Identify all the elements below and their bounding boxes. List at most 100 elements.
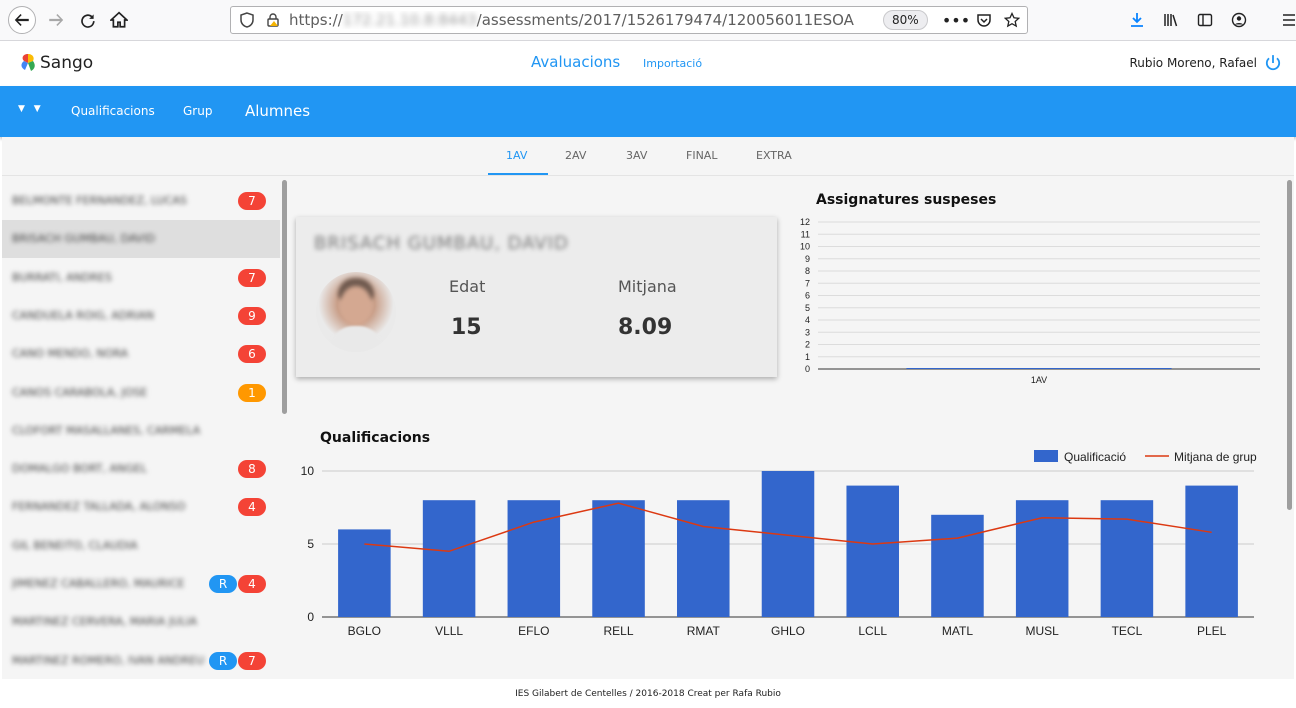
student-avatar xyxy=(316,272,396,352)
student-list-item[interactable]: CANO MENDO, NORA 6 xyxy=(2,335,280,373)
x-tick-label: TECL xyxy=(1112,624,1143,638)
page-footer: IES Gilabert de Centelles / 2016-2018 Cr… xyxy=(0,680,1296,708)
tab-1av[interactable]: 1AV xyxy=(506,149,527,162)
student-list-item[interactable]: FERNANDEZ TALLADA, ALONSO 4 xyxy=(2,488,280,526)
y-tick-label: 11 xyxy=(801,229,810,239)
home-icon[interactable] xyxy=(105,6,133,34)
x-tick-label: MATL xyxy=(942,624,973,638)
forward-arrow-icon[interactable] xyxy=(42,6,70,34)
student-profile-card: BRISACH GUMBAU, DAVID Edat 15 Mitjana 8.… xyxy=(296,217,777,377)
student-list-item[interactable]: MARTINEZ ROMERO, IVAN ANDREU R 7 xyxy=(2,642,280,679)
failed-count-badge: 1 xyxy=(238,383,266,402)
student-list-item[interactable]: BRISACH GUMBAU, DAVID xyxy=(2,220,280,259)
x-tick-label: PLEL xyxy=(1197,624,1227,638)
student-list-item[interactable]: BELMONTE FERNANDEZ, LUCAS 7 xyxy=(2,182,280,220)
sango-logo-icon[interactable] xyxy=(19,53,37,73)
logout-power-icon[interactable] xyxy=(1264,54,1282,72)
student-list: BELMONTE FERNANDEZ, LUCAS 7 BRISACH GUMBAU… xyxy=(2,176,280,679)
y-tick-label: 5 xyxy=(805,303,810,313)
y-tick-label: 10 xyxy=(301,464,315,478)
tab-extra[interactable]: EXTRA xyxy=(756,149,792,162)
age-value: 15 xyxy=(451,315,482,340)
group-dropdown-chevron-icon[interactable]: ▼ ▼ xyxy=(18,104,44,114)
y-tick-label: 3 xyxy=(805,327,810,337)
tab-2av[interactable]: 2AV xyxy=(565,149,586,162)
failed-subjects-chart: 01234567891011121AV xyxy=(800,217,1260,385)
x-tick-label: 1AV xyxy=(1031,375,1047,385)
toolbar-link-alumnes[interactable]: Alumnes xyxy=(245,102,310,120)
repeater-badge: R xyxy=(209,651,237,670)
average-label: Mitjana xyxy=(618,277,677,296)
failed-count-badge: 9 xyxy=(238,306,266,325)
student-list-item[interactable]: JIMENEZ CABALLERO, MAURICE R 4 xyxy=(2,565,280,603)
bookmark-star-icon[interactable] xyxy=(1003,11,1021,29)
toolbar-link-grup[interactable]: Grup xyxy=(183,104,212,118)
age-label: Edat xyxy=(449,277,486,296)
hamburger-menu-icon[interactable] xyxy=(1280,11,1296,29)
y-tick-label: 1 xyxy=(805,352,810,362)
account-icon[interactable] xyxy=(1230,11,1248,29)
grade-bar xyxy=(338,529,391,617)
reload-icon[interactable] xyxy=(74,6,102,34)
y-tick-label: 4 xyxy=(805,315,810,325)
toolbar-link-qualificacions[interactable]: Qualificacions xyxy=(71,104,155,118)
failed-count-badge: 4 xyxy=(238,498,266,517)
student-list-item-name: BURRATI, ANDRES xyxy=(12,270,112,284)
y-tick-label: 0 xyxy=(805,364,810,374)
pocket-icon[interactable] xyxy=(975,11,993,29)
download-icon[interactable] xyxy=(1128,11,1146,29)
student-list-item[interactable]: CANDUELA ROIG, ADRIAN 9 xyxy=(2,297,280,335)
more-actions-icon[interactable]: ••• xyxy=(942,11,970,30)
legend-swatch-grade xyxy=(1034,450,1058,462)
x-tick-label: VLLL xyxy=(435,624,463,638)
student-list-item[interactable]: CLOFORT MASALLANES, CARMELA xyxy=(2,412,280,450)
zoom-level-badge[interactable]: 80% xyxy=(883,10,928,30)
content-scrollbar[interactable] xyxy=(1287,180,1292,510)
grade-bar xyxy=(761,471,815,617)
failed-subjects-bar xyxy=(906,368,1172,369)
student-list-item-name: CLOFORT MASALLANES, CARMELA xyxy=(12,423,201,437)
back-arrow-icon[interactable] xyxy=(8,6,36,34)
grade-bar xyxy=(1100,500,1154,617)
url-text[interactable]: https://172.21.10.8:8443/assessments/201… xyxy=(289,11,854,29)
student-list-item-name: BELMONTE FERNANDEZ, LUCAS xyxy=(12,194,187,207)
shield-icon[interactable] xyxy=(239,12,255,28)
y-tick-label: 9 xyxy=(805,254,810,264)
url-bar[interactable]: https://172.21.10.8:8443/assessments/201… xyxy=(230,6,1028,34)
tab-final[interactable]: FINAL xyxy=(686,149,717,162)
y-tick-label: 12 xyxy=(800,217,810,227)
y-tick-label: 2 xyxy=(805,340,810,350)
grade-bar xyxy=(931,514,984,617)
nav-importacio[interactable]: Importació xyxy=(643,57,702,70)
legend-label-grade: Qualificació xyxy=(1064,450,1126,464)
app-brand[interactable]: Sango xyxy=(40,53,93,73)
student-list-scrollbar[interactable] xyxy=(282,180,287,414)
student-list-item-name: FERNANDEZ TALLADA, ALONSO xyxy=(12,500,186,514)
student-list-item-name: BRISACH GUMBAU, DAVID xyxy=(12,232,155,246)
student-list-item-name: JIMENEZ CABALLERO, MAURICE xyxy=(12,577,185,590)
tab-3av[interactable]: 3AV xyxy=(626,149,647,162)
average-value: 8.09 xyxy=(618,315,673,340)
sidebar-icon[interactable] xyxy=(1196,11,1214,29)
y-tick-label: 0 xyxy=(307,610,314,624)
failed-subjects-chart-title: Assignatures suspeses xyxy=(816,192,997,208)
section-toolbar: ▼ ▼ Qualificacions Grup Alumnes xyxy=(0,86,1296,137)
url-host: 172.21.10.8:8443 xyxy=(342,11,477,29)
student-name-heading: BRISACH GUMBAU, DAVID xyxy=(314,233,569,254)
grade-bar xyxy=(422,500,476,617)
evaluation-tabs: 1AV 2AV 3AV FINAL EXTRA xyxy=(2,137,1294,176)
student-list-item-name: DOMALGO BORT, ANGEL xyxy=(12,462,147,476)
x-tick-label: GHLO xyxy=(771,624,805,638)
library-icon[interactable] xyxy=(1162,11,1180,29)
url-path: /assessments/2017/1526179474/120056011ES… xyxy=(476,11,854,29)
insecure-lock-icon[interactable] xyxy=(265,12,281,28)
student-list-item-name: CANDUELA ROIG, ADRIAN xyxy=(12,308,155,322)
student-list-item[interactable]: MARTINEZ CERVERA, MARIA JULIA xyxy=(2,603,280,641)
nav-avaluacions[interactable]: Avaluacions xyxy=(531,53,620,71)
student-list-item[interactable]: GIL BENEITO, CLAUDIA xyxy=(2,527,280,565)
student-list-item[interactable]: CANOS CARABOLA, JOSE 1 xyxy=(2,374,280,412)
student-list-item[interactable]: BURRATI, ANDRES 7 xyxy=(2,259,280,297)
y-tick-label: 5 xyxy=(307,537,314,551)
student-list-item[interactable]: DOMALGO BORT, ANGEL 8 xyxy=(2,450,280,488)
x-tick-label: RELL xyxy=(604,624,634,638)
